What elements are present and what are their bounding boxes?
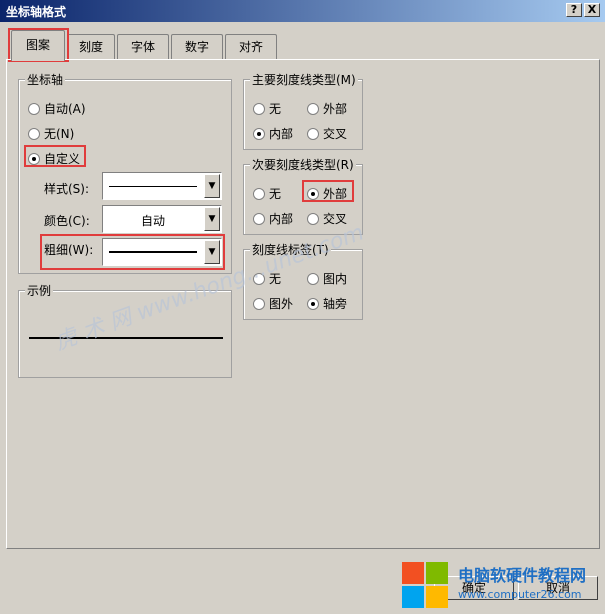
axis-group-title: 坐标轴: [25, 71, 66, 88]
option-label: 无: [269, 272, 282, 286]
option-label: 图外: [269, 297, 294, 311]
radio-icon: [307, 128, 319, 140]
option-label: 交叉: [323, 212, 348, 226]
option-label: 无(N): [44, 127, 75, 141]
radio-selected-icon: [253, 128, 265, 140]
labels-outside-option[interactable]: 图外: [253, 295, 293, 312]
minor-outside-highlight: [302, 180, 354, 202]
radio-icon: [253, 103, 265, 115]
tab-alignment[interactable]: 对齐: [225, 34, 277, 60]
radio-icon: [307, 213, 319, 225]
major-tick-title: 主要刻度线类型(M): [250, 71, 358, 88]
radio-icon: [253, 188, 265, 200]
option-label: 无: [269, 187, 282, 201]
sample-group: 示例: [18, 282, 232, 378]
radio-icon: [28, 103, 40, 115]
radio-icon: [253, 298, 265, 310]
radio-icon: [28, 128, 40, 140]
window-title: 坐标轴格式: [6, 5, 67, 19]
style-label: 样式(S):: [44, 182, 90, 196]
major-none-option[interactable]: 无: [253, 100, 281, 117]
color-label: 颜色(C):: [44, 214, 90, 228]
option-label: 轴旁: [323, 297, 348, 311]
minor-inside-option[interactable]: 内部: [253, 210, 293, 227]
radio-selected-icon: [307, 298, 319, 310]
option-label: 图内: [323, 272, 348, 286]
windows-logo-icon: [402, 562, 448, 608]
major-inside-option[interactable]: 内部: [253, 125, 293, 142]
tab-label: 刻度: [78, 40, 103, 54]
labels-next-to-axis-option[interactable]: 轴旁: [307, 295, 347, 312]
brand-name: 电脑软硬件教程网: [458, 566, 587, 585]
minor-cross-option[interactable]: 交叉: [307, 210, 347, 227]
option-label: 交叉: [323, 127, 348, 141]
minor-none-option[interactable]: 无: [253, 185, 281, 202]
option-label: 内部: [269, 212, 294, 226]
custom-highlight: [24, 145, 86, 167]
dropdown-arrow-icon[interactable]: ▼: [204, 207, 220, 231]
radio-icon: [307, 273, 319, 285]
dropdown-arrow-icon[interactable]: ▼: [204, 174, 220, 198]
radio-icon: [307, 103, 319, 115]
help-button[interactable]: ?: [566, 3, 582, 17]
tab-label: 数字: [184, 40, 209, 54]
tab-label: 对齐: [238, 40, 263, 54]
labels-none-option[interactable]: 无: [253, 270, 281, 287]
tab-label: 字体: [130, 40, 155, 54]
major-outside-option[interactable]: 外部: [307, 100, 347, 117]
tab-pattern[interactable]: 图案: [11, 30, 65, 61]
radio-icon: [253, 273, 265, 285]
sample-line: [29, 337, 223, 339]
radio-icon: [253, 213, 265, 225]
color-value: 自动: [140, 214, 165, 228]
minor-tick-title: 次要刻度线类型(R): [250, 156, 356, 173]
weight-highlight: [40, 234, 225, 270]
tab-scale[interactable]: 刻度: [67, 34, 115, 60]
thin-line-sample: [109, 186, 197, 187]
close-button[interactable]: X: [584, 3, 600, 17]
axis-none-option[interactable]: 无(N): [28, 125, 74, 142]
tab-label: 图案: [25, 38, 50, 52]
option-label: 内部: [269, 127, 294, 141]
brand-url: www.computer26.com: [458, 588, 582, 601]
tab-font[interactable]: 字体: [117, 34, 169, 60]
option-label: 无: [269, 102, 282, 116]
style-combo[interactable]: ▼: [102, 172, 222, 200]
color-combo[interactable]: 自动 ▼: [102, 205, 222, 233]
tab-number[interactable]: 数字: [171, 34, 223, 60]
labels-inside-option[interactable]: 图内: [307, 270, 347, 287]
axis-auto-option[interactable]: 自动(A): [28, 100, 86, 117]
sample-group-title: 示例: [25, 282, 54, 299]
brand-overlay: 电脑软硬件教程网 www.computer26.com: [402, 556, 605, 614]
option-label: 外部: [323, 102, 348, 116]
title-bar: 坐标轴格式 ? X: [0, 0, 605, 22]
major-cross-option[interactable]: 交叉: [307, 125, 347, 142]
option-label: 自动(A): [44, 102, 86, 116]
tick-labels-title: 刻度线标签(T): [250, 241, 331, 258]
